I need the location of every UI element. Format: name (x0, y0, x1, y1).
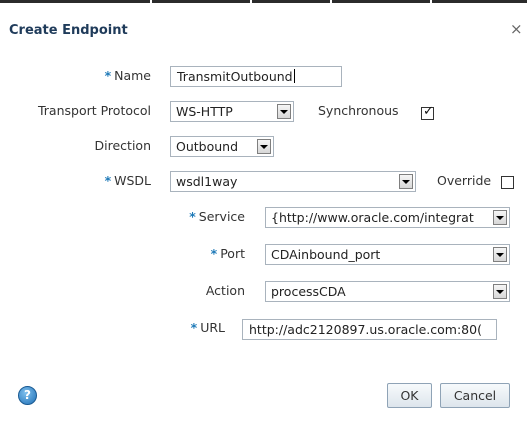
port-value: CDAinbound_port (271, 247, 381, 262)
chevron-down-icon[interactable] (493, 210, 507, 225)
action-label: Action (205, 283, 245, 298)
service-select[interactable]: {http://www.oracle.com/integrat (265, 207, 510, 228)
url-label: * URL (191, 320, 225, 335)
name-label: * Name (105, 68, 151, 83)
override-label: Override (437, 173, 492, 188)
dialog-title: Create Endpoint (9, 23, 128, 38)
chevron-down-icon[interactable] (399, 174, 413, 189)
action-select[interactable]: processCDA (265, 281, 510, 302)
required-marker: * (190, 320, 198, 335)
action-value: processCDA (271, 284, 346, 299)
dialog-top-border (0, 0, 527, 3)
url-label-text: URL (200, 320, 225, 335)
help-icon[interactable]: ? (18, 386, 37, 405)
transport-protocol-value: WS-HTTP (176, 104, 233, 119)
close-icon[interactable]: × (510, 20, 523, 38)
override-checkbox[interactable] (501, 176, 514, 189)
wsdl-value: wsdl1way (176, 174, 238, 189)
top-border-notch (250, 0, 252, 3)
direction-label: Direction (94, 138, 151, 153)
required-marker: * (104, 173, 112, 188)
url-input-value: http://adc2120897.us.oracle.com:80( (249, 322, 482, 337)
port-select[interactable]: CDAinbound_port (265, 244, 510, 265)
direction-select[interactable]: Outbound (170, 136, 274, 157)
name-label-text: Name (114, 68, 151, 83)
chevron-down-icon[interactable] (257, 139, 271, 154)
required-marker: * (104, 68, 112, 83)
text-caret (293, 69, 295, 83)
direction-value: Outbound (176, 139, 239, 154)
service-label: * Service (189, 209, 245, 224)
synchronous-label: Synchronous (318, 103, 399, 118)
synchronous-checkbox[interactable]: ✓ (421, 104, 434, 120)
ok-button[interactable]: OK (387, 383, 432, 408)
chevron-down-icon[interactable] (277, 104, 291, 119)
cancel-button[interactable]: Cancel (440, 383, 510, 408)
name-input-value: TransmitOutbound (177, 69, 293, 84)
name-input[interactable]: TransmitOutbound (170, 66, 342, 87)
top-border-notch (430, 0, 432, 3)
wsdl-select[interactable]: wsdl1way (170, 171, 416, 192)
chevron-down-icon[interactable] (493, 284, 507, 299)
required-marker: * (189, 209, 196, 224)
wsdl-label-text: WSDL (114, 173, 151, 188)
transport-protocol-select[interactable]: WS-HTTP (170, 101, 294, 122)
port-label: * Port (211, 246, 245, 261)
service-value: {http://www.oracle.com/integrat (271, 210, 474, 225)
chevron-down-icon[interactable] (493, 247, 507, 262)
top-border-notch (330, 0, 332, 3)
transport-protocol-label: Transport Protocol (37, 103, 151, 118)
top-border-notch (150, 0, 152, 3)
required-marker: * (210, 246, 218, 261)
wsdl-label: * WSDL (105, 173, 151, 188)
checkmark-icon: ✓ (423, 104, 434, 119)
service-label-text: Service (198, 209, 245, 224)
url-input[interactable]: http://adc2120897.us.oracle.com:80( (242, 319, 497, 340)
port-label-text: Port (220, 246, 245, 261)
